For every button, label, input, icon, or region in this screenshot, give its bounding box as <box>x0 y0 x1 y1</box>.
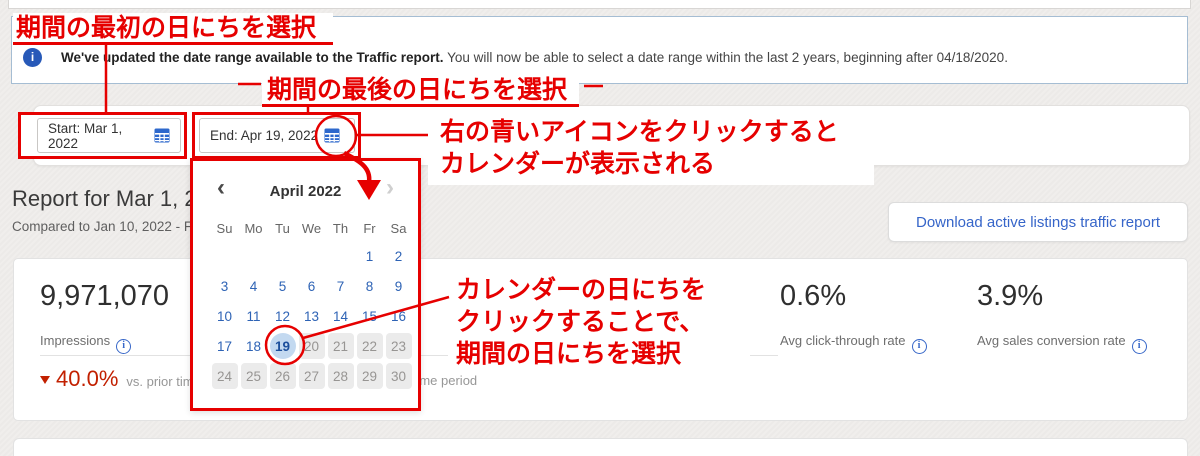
calendar-week-row: 3456789 <box>210 271 413 301</box>
calendar-day-6[interactable]: 6 <box>297 273 326 299</box>
end-date-button[interactable]: End: Apr 19, 2022 <box>199 118 355 153</box>
sales-conversion-info-icon[interactable]: i <box>1131 339 1147 354</box>
calendar-month-label: April 2022 <box>269 183 342 200</box>
end-date-label: End: Apr 19, 2022 <box>210 128 319 143</box>
calendar-empty-cell <box>326 243 355 269</box>
weekday-label: Th <box>332 221 349 236</box>
click-through-label-text: Avg click-through rate <box>780 333 906 348</box>
banner-text-rest: You will now be able to select a date ra… <box>443 50 1008 65</box>
calendar-grid-icon[interactable] <box>324 128 340 143</box>
weekday-label: Fr <box>363 221 376 236</box>
calendar-day-26: 26 <box>269 363 296 389</box>
calendar-day-11[interactable]: 11 <box>239 303 268 329</box>
calendar-day-13[interactable]: 13 <box>297 303 326 329</box>
info-icon: i <box>23 48 42 67</box>
calendar-day-7[interactable]: 7 <box>326 273 355 299</box>
previous-card-bottom-edge <box>8 0 1191 9</box>
click-through-value: 0.6% <box>780 280 847 312</box>
annotation-select-last-day: 期間の最後の日にちを選択 <box>262 75 579 107</box>
calendar-day-8[interactable]: 8 <box>355 273 384 299</box>
click-through-label: Avg click-through rate i <box>780 333 927 354</box>
calendar-next-month-button-disabled: › <box>386 174 394 201</box>
calendar-day-15[interactable]: 15 <box>355 303 384 329</box>
calendar-day-14[interactable]: 14 <box>326 303 355 329</box>
calendar-day-29: 29 <box>356 363 383 389</box>
calendar-day-25: 25 <box>240 363 267 389</box>
impressions-label-text: Impressions <box>40 333 111 348</box>
calendar-day-24: 24 <box>211 363 238 389</box>
calendar-week-row: 10 11 12 13 14 15 16 <box>210 301 413 331</box>
impressions-label: Impressions i <box>40 333 132 354</box>
calendar-day-2[interactable]: 2 <box>384 243 413 269</box>
calendar-day-28: 28 <box>327 363 354 389</box>
calendar-day-12[interactable]: 12 <box>268 303 297 329</box>
calendar-day-23: 23 <box>385 333 412 359</box>
impressions-change-value: 40.0% <box>56 366 119 391</box>
calendar-day-19[interactable]: 19 <box>269 333 296 359</box>
impressions-info-icon[interactable]: i <box>116 339 132 354</box>
impressions-value: 9,971,070 <box>40 280 170 312</box>
calendar-day-9[interactable]: 9 <box>384 273 413 299</box>
sales-conversion-label-text: Avg sales conversion rate <box>977 333 1126 348</box>
calendar-day-grid: 1 2 3 4 5 6 7 8 9 10 11 12 13 14 15 16 17 18 19 20 21 22 23 24 2… <box>210 241 413 391</box>
download-traffic-report-button[interactable]: Download active listings traffic report <box>888 202 1188 242</box>
banner-text: We've updated the date range available t… <box>61 50 1161 65</box>
calendar-grid-icon[interactable] <box>154 128 170 143</box>
click-through-info-icon[interactable]: i <box>911 339 927 354</box>
calendar-week-row: 17 18 19 20 21 22 23 <box>210 331 413 361</box>
calendar-day-18[interactable]: 18 <box>239 333 268 359</box>
start-date-annotation-frame: Start: Mar 1, 2022 <box>18 112 187 159</box>
calendar-day-20: 20 <box>298 333 325 359</box>
calendar-day-1[interactable]: 1 <box>355 243 384 269</box>
annotation-pick-date-line1: カレンダーの日にちを <box>456 276 707 304</box>
calendar-week-row: 12 <box>210 241 413 271</box>
date-picker-popup: ‹ April 2022 › Su Mo Tu We Th Fr Sa 1234567891… <box>190 158 421 411</box>
calendar-day-4[interactable]: 4 <box>239 273 268 299</box>
annotation-pick-date-line3: 期間の日にちを選択 <box>456 340 682 368</box>
calendar-empty-cell <box>268 243 297 269</box>
calendar-day-22: 22 <box>356 333 383 359</box>
weekday-label: Sa <box>390 221 407 236</box>
calendar-empty-cell <box>297 243 326 269</box>
end-date-annotation-frame: End: Apr 19, 2022 <box>192 112 361 159</box>
annotation-pick-date-line2: クリックすることで、 <box>456 308 705 336</box>
weekday-label: Su <box>216 221 233 236</box>
sales-conversion-label: Avg sales conversion rate i <box>977 333 1147 354</box>
annotation-click-blue-icon: 右の青いアイコンをクリックすると カレンダーが表示される <box>428 113 874 185</box>
banner-text-bold: We've updated the date range available t… <box>61 50 444 65</box>
calendar-weekday-row: Su Mo Tu We Th Fr Sa <box>210 221 413 236</box>
calendar-day-10[interactable]: 10 <box>210 303 239 329</box>
weekday-label: We <box>301 221 322 236</box>
down-triangle-icon <box>40 376 50 384</box>
calendar-day-27: 27 <box>298 363 325 389</box>
start-date-label: Start: Mar 1, 2022 <box>48 120 123 151</box>
annotation-click-blue-icon-line1: 右の青いアイコンをクリックすると <box>440 118 839 146</box>
calendar-day-30: 30 <box>385 363 412 389</box>
calendar-day-21: 21 <box>327 333 354 359</box>
weekday-label: Tu <box>275 221 290 236</box>
annotation-select-first-day: 期間の最初の日にちを選択 <box>13 13 333 45</box>
annotation-click-blue-icon-line2: カレンダーが表示される <box>440 150 716 178</box>
calendar-day-5[interactable]: 5 <box>268 273 297 299</box>
start-date-button[interactable]: Start: Mar 1, 2022 <box>37 118 181 153</box>
calendar-week-row: 24 25 26 27 28 29 30 <box>210 361 413 391</box>
calendar-day-17[interactable]: 17 <box>210 333 239 359</box>
next-section-card <box>13 438 1188 456</box>
annotation-pick-date: カレンダーの日にちを クリックすることで、 期間の日にちを選択 <box>448 272 750 373</box>
calendar-empty-cell <box>210 243 239 269</box>
calendar-day-3[interactable]: 3 <box>210 273 239 299</box>
calendar-day-16[interactable]: 16 <box>384 303 413 329</box>
sales-conversion-value: 3.9% <box>977 280 1044 312</box>
calendar-empty-cell <box>239 243 268 269</box>
weekday-label: Mo <box>244 221 263 236</box>
